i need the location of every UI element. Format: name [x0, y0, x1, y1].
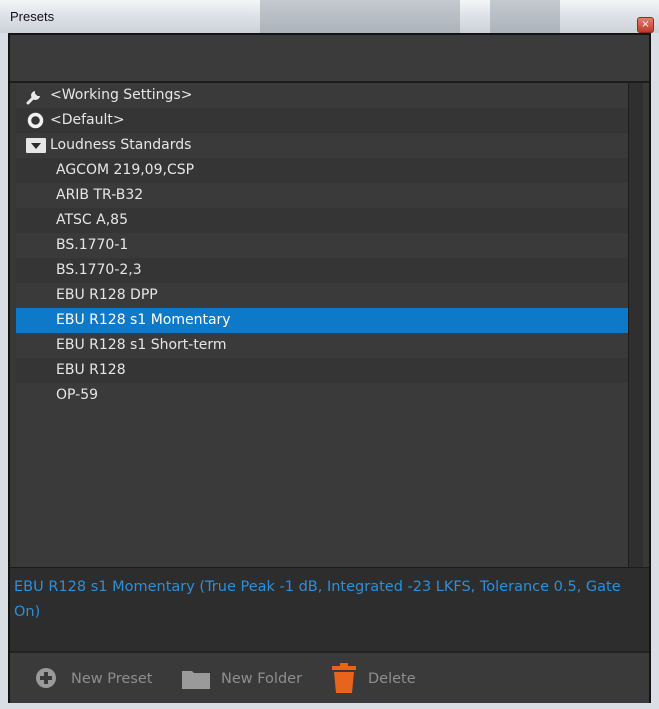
list-item[interactable]: BS.1770-1 [16, 233, 628, 258]
list-item-label: BS.1770-2,3 [56, 262, 142, 278]
title-bar-shade [490, 0, 560, 33]
list-item-label: EBU R128 DPP [56, 287, 158, 303]
title-bar[interactable]: Presets × [0, 0, 659, 33]
preset-description: EBU R128 s1 Momentary (True Peak -1 dB, … [14, 579, 621, 620]
wrench-icon [26, 87, 44, 109]
list-item-folder-loudness-standards[interactable]: Loudness Standards [16, 133, 628, 158]
list-item[interactable]: OP-59 [16, 383, 628, 408]
list-item-label: <Working Settings> [50, 87, 193, 103]
list-item-default[interactable]: <Default> [16, 108, 628, 133]
list-item-label: BS.1770-1 [56, 237, 129, 253]
window-title: Presets [10, 9, 55, 24]
list-item-label: ATSC A,85 [56, 212, 128, 228]
list-item-label: EBU R128 s1 Short-term [56, 337, 227, 353]
preset-list[interactable]: <Working Settings> <Default> Loudness St… [16, 83, 628, 567]
header-strip [10, 35, 649, 83]
list-item-working-settings[interactable]: <Working Settings> [16, 83, 628, 108]
list-item-label: ARIB TR-B32 [56, 187, 144, 203]
title-bar-shade [260, 0, 460, 33]
list-item-label: Loudness Standards [50, 137, 192, 153]
new-preset-label: New Preset [71, 671, 153, 687]
list-item[interactable]: ATSC A,85 [16, 208, 628, 233]
preset-actions-bar: New Preset New Folder Delete [10, 651, 649, 703]
new-folder-label: New Folder [221, 671, 303, 687]
plus-circle-icon [35, 667, 57, 693]
list-item[interactable]: EBU R128 [16, 358, 628, 383]
list-item-label: OP-59 [56, 387, 99, 403]
list-item-label: AGCOM 219,09,CSP [56, 162, 195, 178]
list-item[interactable]: AGCOM 219,09,CSP [16, 158, 628, 183]
list-item-selected[interactable]: EBU R128 s1 Momentary [16, 308, 628, 333]
trash-icon [331, 663, 357, 697]
list-item-label: EBU R128 [56, 362, 126, 378]
list-item[interactable]: ARIB TR-B32 [16, 183, 628, 208]
presets-window: Presets × <Working Settings> <Default> L… [0, 0, 659, 709]
preset-info-panel: EBU R128 s1 Momentary (True Peak -1 dB, … [10, 567, 649, 652]
list-item[interactable]: EBU R128 s1 Short-term [16, 333, 628, 358]
presets-panel: <Working Settings> <Default> Loudness St… [10, 35, 649, 703]
list-item[interactable]: BS.1770-2,3 [16, 258, 628, 283]
list-item-label: <Default> [50, 112, 125, 128]
list-item[interactable]: EBU R128 DPP [16, 283, 628, 308]
circle-icon [27, 112, 44, 133]
folder-expanded-icon[interactable] [26, 137, 46, 159]
list-item-label: EBU R128 s1 Momentary [56, 312, 231, 328]
delete-label: Delete [368, 671, 416, 687]
close-button[interactable]: × [637, 17, 654, 33]
folder-icon [182, 669, 210, 693]
list-scrollbar[interactable] [628, 83, 643, 567]
